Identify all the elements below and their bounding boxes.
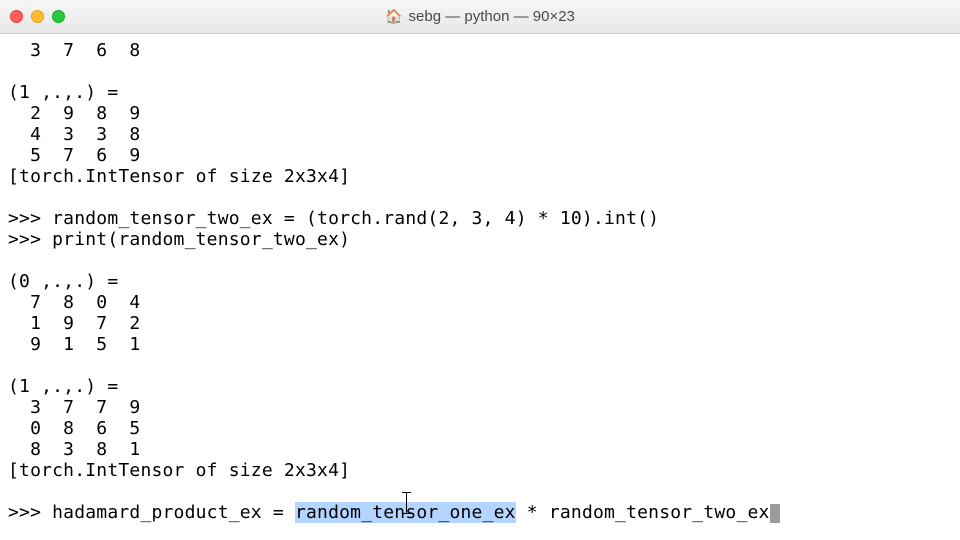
output-line: 8 3 8 1 xyxy=(8,439,140,460)
traffic-lights xyxy=(10,10,65,23)
output-line: (1 ,.,.) = xyxy=(8,82,118,103)
output-line: (0 ,.,.) = xyxy=(8,271,118,292)
window-title-text: sebg — python — 90×23 xyxy=(409,6,575,27)
prompt-prefix: >>> hadamard_product_ex = xyxy=(8,502,295,523)
output-line: 2 9 8 9 xyxy=(8,103,140,124)
window-title: 🏠 sebg — python — 90×23 xyxy=(0,6,960,27)
output-line: [torch.IntTensor of size 2x3x4] xyxy=(8,460,350,481)
minimize-button[interactable] xyxy=(31,10,44,23)
cursor xyxy=(770,504,780,523)
close-button[interactable] xyxy=(10,10,23,23)
output-line: 0 8 6 5 xyxy=(8,418,140,439)
terminal[interactable]: 3 7 6 8 (1 ,.,.) = 2 9 8 9 4 3 3 8 5 7 6… xyxy=(0,34,960,523)
output-line: (1 ,.,.) = xyxy=(8,376,118,397)
prompt-suffix: * random_tensor_two_ex xyxy=(516,502,770,523)
output-line: 4 3 3 8 xyxy=(8,124,140,145)
output-line: >>> print(random_tensor_two_ex) xyxy=(8,229,350,250)
window-titlebar: 🏠 sebg — python — 90×23 xyxy=(0,0,960,34)
output-line: 3 7 6 8 xyxy=(8,40,140,61)
output-line: 5 7 6 9 xyxy=(8,145,140,166)
text-cursor-ibeam xyxy=(406,492,407,514)
output-line: 3 7 7 9 xyxy=(8,397,140,418)
output-line: [torch.IntTensor of size 2x3x4] xyxy=(8,166,350,187)
output-line: >>> random_tensor_two_ex = (torch.rand(2… xyxy=(8,208,659,229)
home-icon: 🏠 xyxy=(385,6,402,27)
output-line: 9 1 5 1 xyxy=(8,334,140,355)
output-line: 7 8 0 4 xyxy=(8,292,140,313)
maximize-button[interactable] xyxy=(52,10,65,23)
prompt-line[interactable]: >>> hadamard_product_ex = random_tensor_… xyxy=(8,502,780,523)
output-line: 1 9 7 2 xyxy=(8,313,140,334)
